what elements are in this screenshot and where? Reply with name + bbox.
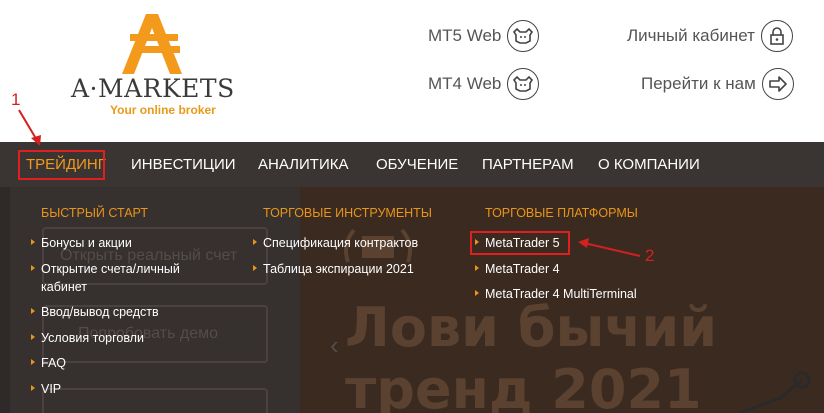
bull-icon <box>507 20 540 52</box>
menu-item-open-account-cont[interactable]: кабинет <box>41 280 87 294</box>
nav-partners[interactable]: ПАРТНЕРАМ <box>482 142 574 187</box>
menu-item-vip[interactable]: VIP <box>30 382 61 396</box>
chevron-left-icon: ‹ <box>330 330 339 360</box>
annotation-step-2: 2 <box>645 246 655 265</box>
col-instruments-title: ТОРГОВЫЕ ИНСТРУМЕНТЫ <box>263 206 432 220</box>
menu-item-expiration-table[interactable]: Таблица экспирации 2021 <box>253 262 414 276</box>
ghost-third-button <box>42 388 268 413</box>
nav-education[interactable]: ОБУЧЕНИЕ <box>376 142 458 187</box>
quick-start-panel <box>10 187 300 413</box>
menu-item-bonuses[interactable]: Бонусы и акции <box>31 236 132 250</box>
brand-logo[interactable]: A·MARKETS Your online broker <box>60 8 250 118</box>
arrow-right-icon <box>761 68 794 100</box>
mt5-web-link[interactable]: MT5 Web <box>428 20 540 52</box>
menu-item-contract-spec[interactable]: Спецификация контрактов <box>252 236 418 250</box>
visit-us-link[interactable]: Перейти к нам <box>641 68 794 100</box>
bull-icon <box>507 68 540 100</box>
menu-item-mt4-multiterminal[interactable]: MetaTrader 4 MultiTerminal <box>475 287 637 301</box>
nav-about[interactable]: О КОМПАНИИ <box>598 142 700 187</box>
logo-a-icon <box>122 14 182 74</box>
col-quick-start-title: БЫСТРЫЙ СТАРТ <box>41 206 148 220</box>
menu-item-trading-conditions[interactable]: Условия торговли <box>31 331 144 345</box>
visit-us-label: Перейти к нам <box>641 74 756 93</box>
trend-line-icon <box>740 371 811 413</box>
menu-item-faq[interactable]: FAQ <box>30 356 66 370</box>
menu-item-open-account[interactable]: Открытие счета/личный <box>31 262 180 276</box>
highlight-box-trading <box>18 150 105 180</box>
mt5-web-label: MT5 Web <box>428 26 502 45</box>
highlight-box-metatrader5 <box>470 231 570 255</box>
annotation-step-1: 1 <box>11 90 21 109</box>
nav-investments[interactable]: ИНВЕСТИЦИИ <box>131 142 236 187</box>
annotation-arrow-2-icon <box>578 238 641 257</box>
promo-title-line2: тренд 2021 <box>345 358 702 413</box>
menu-item-metatrader4[interactable]: MetaTrader 4 <box>475 262 560 276</box>
mt4-web-label: MT4 Web <box>428 74 502 93</box>
lock-icon <box>760 20 793 52</box>
promo-title-line1: Лови бычий <box>345 296 718 359</box>
nav-analytics[interactable]: АНАЛИТИКА <box>258 142 348 187</box>
col-platforms-title: ТОРГОВЫЕ ПЛАТФОРМЫ <box>485 206 638 220</box>
menu-item-deposit-withdraw[interactable]: Ввод/вывод средств <box>31 305 159 319</box>
personal-cabinet-label: Личный кабинет <box>627 26 755 45</box>
annotation-arrow-1-icon <box>18 109 41 146</box>
brand-tagline: Your online broker <box>110 103 216 117</box>
personal-cabinet-link[interactable]: Личный кабинет <box>627 20 793 52</box>
mt4-web-link[interactable]: MT4 Web <box>428 68 540 100</box>
brand-name: A·MARKETS <box>71 74 235 103</box>
